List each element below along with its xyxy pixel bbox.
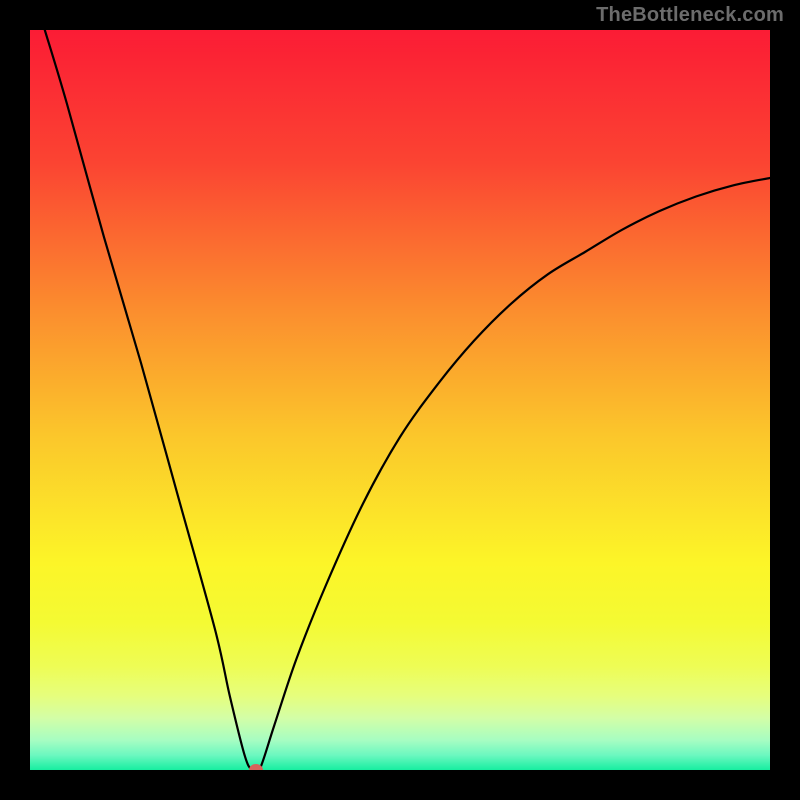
minimum-marker (249, 764, 263, 770)
watermark-text: TheBottleneck.com (596, 4, 784, 27)
chart-frame: TheBottleneck.com (0, 0, 800, 800)
bottleneck-curve-path (45, 30, 770, 770)
plot-area (30, 30, 770, 770)
curve-layer (30, 30, 770, 770)
